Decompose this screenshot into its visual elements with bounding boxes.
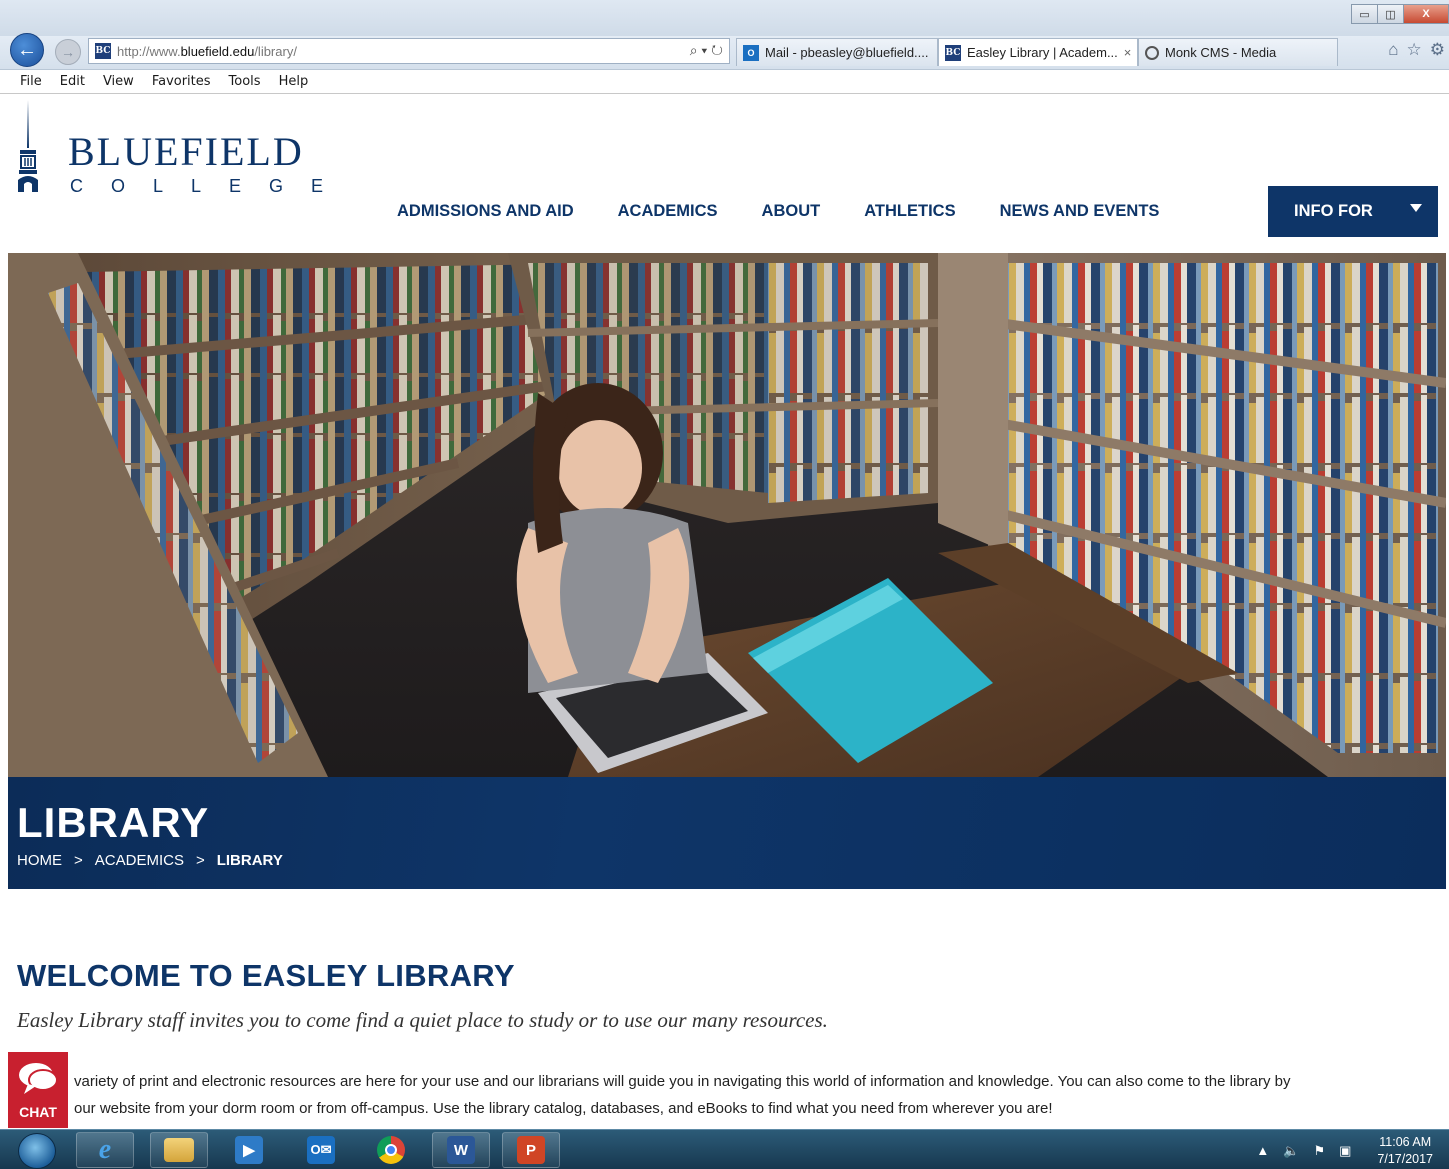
back-button[interactable]: ← [10,33,44,67]
show-hidden-icons-chevron-icon[interactable]: ▲ [1256,1143,1269,1159]
taskbar-internet-explorer[interactable]: e [76,1132,134,1168]
tab-easley-library[interactable]: BC Easley Library | Academ... × [938,38,1138,66]
chapel-spire-icon [18,100,38,192]
url-host: bluefield.edu [180,43,255,59]
nav-about[interactable]: ABOUT [740,202,843,221]
tab-mail[interactable]: O Mail - pbeasley@bluefield.... [736,38,938,66]
nav-academics[interactable]: ACADEMICS [596,202,740,221]
taskbar-media-player[interactable]: ▶ [220,1132,278,1168]
back-arrow-icon: ← [17,38,37,61]
page-banner: LIBRARY HOME > ACADEMICS > LIBRARY [8,777,1446,889]
page-title: LIBRARY [17,799,210,846]
chrome-icon [377,1136,405,1164]
tab-label: Easley Library | Academ... [967,45,1118,60]
restore-button[interactable]: ◫ [1377,4,1404,24]
breadcrumb-separator: > [195,852,205,869]
menu-help[interactable]: Help [279,74,309,89]
favorites-star-icon[interactable]: ☆ [1407,40,1422,60]
menu-edit[interactable]: Edit [60,74,85,89]
powerpoint-icon: P [517,1136,545,1164]
body-paragraph-line: variety of print and electronic resource… [74,1073,1291,1090]
taskbar-outlook[interactable]: O✉ [292,1132,350,1168]
forward-button[interactable]: → [55,39,81,65]
breadcrumb: HOME > ACADEMICS > LIBRARY [17,852,283,869]
clock[interactable]: 11:06 AM 7/17/2017 [1377,1134,1433,1168]
action-center-flag-icon[interactable]: ⚑ [1313,1143,1325,1159]
menu-favorites[interactable]: Favorites [152,74,211,89]
section-heading: WELCOME TO EASLEY LIBRARY [17,958,515,993]
menu-view[interactable]: View [103,74,134,89]
address-bar[interactable]: BC http://www. bluefield.edu/library/ ⌕ ▾… [88,38,730,64]
close-tab-icon[interactable]: × [1124,45,1132,60]
bluefield-college-logo[interactable]: BLUEFIELD COLLEGE [16,100,323,200]
chat-label: CHAT [19,1104,57,1120]
tab-monk-cms[interactable]: Monk CMS - Media [1138,38,1338,66]
chat-bubble-icon [19,1063,58,1094]
media-player-icon: ▶ [235,1136,263,1164]
taskbar-chrome[interactable] [362,1132,420,1168]
section-subheading: Easley Library staff invites you to come… [17,1008,828,1032]
taskbar-word[interactable]: W [432,1132,490,1168]
browser-toolbar-icons: ⌂ ☆ ⚙ [1388,40,1445,60]
network-icon[interactable]: ▣ [1339,1143,1351,1159]
clock-date: 7/17/2017 [1377,1152,1433,1166]
menu-bar: File Edit View Favorites Tools Help [0,70,1449,94]
nav-news-and-events[interactable]: NEWS AND EVENTS [978,202,1182,221]
gear-icon[interactable]: ⚙ [1430,40,1445,60]
hero-library-photo [8,253,1446,777]
info-for-label: INFO FOR [1294,202,1373,220]
breadcrumb-home[interactable]: HOME [17,852,62,869]
site-favicon-icon: BC [95,43,111,59]
word-icon: W [447,1136,475,1164]
minimize-button[interactable]: ▭ [1351,4,1378,24]
tab-label: Mail - pbeasley@bluefield.... [765,45,929,60]
outlook-icon: O [743,44,759,61]
outlook-icon: O✉ [307,1136,335,1164]
url-prefix: http://www. [117,43,181,59]
volume-icon[interactable]: 🔈 [1283,1143,1299,1159]
breadcrumb-academics[interactable]: ACADEMICS [95,852,184,869]
windows-taskbar: e ▶ O✉ W P ▲ 🔈 ⚑ ▣ 11:06 AM 7/17/2017 [0,1129,1449,1169]
body-paragraph-line: our website from your dorm room or from … [74,1100,1053,1117]
site-favicon-icon: BC [945,44,961,61]
menu-tools[interactable]: Tools [229,74,261,89]
search-refresh-icons[interactable]: ⌕ ▾ ↻ [690,42,723,59]
folder-icon [164,1138,194,1162]
home-icon[interactable]: ⌂ [1388,40,1398,60]
window-controls: ▭ ◫ X [1351,4,1449,24]
menu-file[interactable]: File [20,74,42,89]
caret-down-icon [1410,204,1422,212]
start-button[interactable] [18,1133,56,1169]
system-tray: ▲ 🔈 ⚑ ▣ 11:06 AM 7/17/2017 [1256,1134,1433,1168]
forward-arrow-icon: → [61,44,75,60]
taskbar-file-explorer[interactable] [150,1132,208,1168]
chat-button[interactable]: CHAT [8,1052,68,1128]
breadcrumb-current: LIBRARY [216,852,283,869]
main-navigation: ADMISSIONS AND AID ACADEMICS ABOUT ATHLE… [375,186,1181,237]
nav-admissions-and-aid[interactable]: ADMISSIONS AND AID [375,202,596,221]
info-for-dropdown[interactable]: INFO FOR [1268,186,1438,237]
window-title-bar [0,0,1449,36]
nav-athletics[interactable]: ATHLETICS [842,202,977,221]
clock-time: 11:06 AM [1379,1135,1432,1149]
logo-wordmark: BLUEFIELD [68,129,304,174]
close-window-button[interactable]: X [1403,4,1449,24]
taskbar-powerpoint[interactable]: P [502,1132,560,1168]
library-study-illustration [8,253,1446,777]
loading-circle-icon [1145,45,1159,60]
internet-explorer-icon: e [98,1134,112,1165]
logo-subtitle: COLLEGE [70,176,352,196]
url-path: /library/ [254,43,297,59]
breadcrumb-separator: > [74,852,83,869]
tab-label: Monk CMS - Media [1165,45,1277,60]
